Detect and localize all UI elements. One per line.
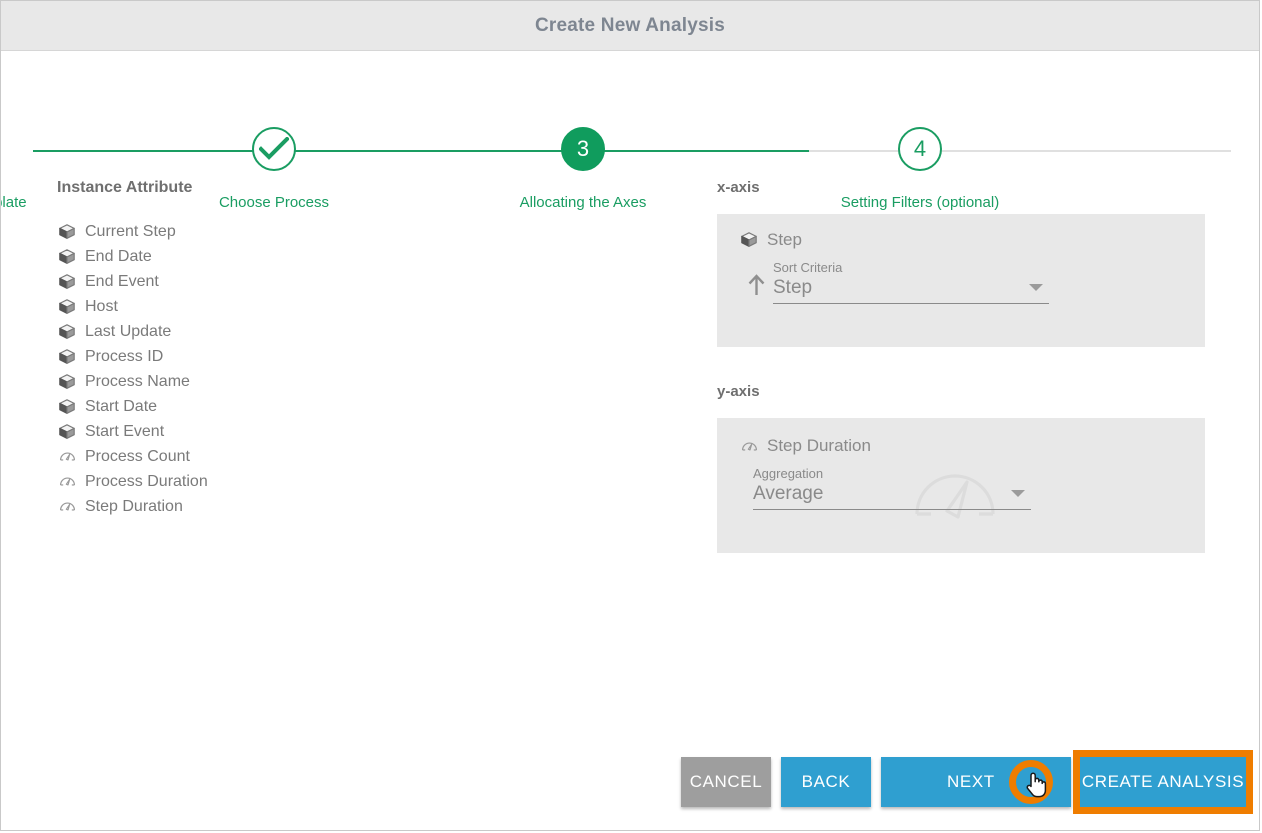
list-item-label: Process Name (85, 373, 190, 391)
cube-icon (57, 347, 77, 367)
cube-icon (57, 247, 77, 267)
create-analysis-dialog: Create New Analysis Choose Chart Type or… (0, 0, 1260, 831)
x-axis-sort-field: Sort Criteria Step (773, 260, 1049, 304)
create-analysis-highlight (1073, 750, 1253, 814)
cube-icon (57, 297, 77, 317)
list-item-label: Process ID (85, 348, 163, 366)
y-axis-dropzone[interactable]: Step Duration Aggregation Average (717, 418, 1205, 553)
list-item-label: Host (85, 298, 118, 316)
step-4-number: 4 (914, 138, 926, 160)
list-item[interactable]: Process Duration (57, 469, 617, 494)
list-item[interactable]: Start Date (57, 394, 617, 419)
y-axis-aggregation-row: Aggregation Average (753, 466, 1205, 510)
step-2-circle (252, 127, 296, 171)
list-item[interactable]: Last Update (57, 319, 617, 344)
list-item[interactable]: Step Duration (57, 494, 617, 519)
list-item-label: Step Duration (85, 498, 183, 516)
chevron-down-icon (1029, 284, 1043, 291)
gauge-icon (739, 436, 759, 456)
back-button[interactable]: BACK (781, 757, 871, 807)
cube-icon (57, 322, 77, 342)
dialog-footer: CANCEL BACK NEXT CREATE ANALYSIS (1, 757, 1259, 823)
list-item[interactable]: Current Step (57, 219, 617, 244)
x-axis-dropzone[interactable]: Step Sort Criteria Step (717, 214, 1205, 347)
list-item-label: Start Event (85, 423, 164, 441)
list-item[interactable]: Process Name (57, 369, 617, 394)
instance-attribute-title: Instance Attribute (57, 179, 617, 197)
check-icon (259, 137, 289, 161)
y-axis-attribute-label: Step Duration (767, 436, 871, 456)
cube-icon (57, 422, 77, 442)
dialog-title: Create New Analysis (535, 15, 725, 37)
list-item[interactable]: Process ID (57, 344, 617, 369)
gauge-icon (57, 447, 77, 467)
axis-configuration-panel: x-axis Step (717, 179, 1205, 553)
x-axis-sort-label: Sort Criteria (773, 260, 1049, 275)
cube-icon (57, 372, 77, 392)
cube-icon (57, 397, 77, 417)
y-axis-title: y-axis (717, 383, 1205, 400)
list-item-label: Last Update (85, 323, 171, 341)
wizard-stepper: Choose Chart Type or Template Choose Pro… (1, 51, 1259, 169)
aggregation-value: Average (753, 483, 823, 504)
cube-icon (57, 272, 77, 292)
aggregation-select[interactable]: Average (753, 483, 1031, 510)
list-item[interactable]: End Date (57, 244, 617, 269)
dialog-body: Instance Attribute Current Step (1, 169, 1259, 769)
step-3-circle: 3 (561, 127, 605, 171)
gauge-icon (57, 497, 77, 517)
gauge-icon (57, 472, 77, 492)
step-3-number: 3 (577, 138, 589, 160)
y-axis-aggregation-field: Aggregation Average (753, 466, 1031, 510)
instance-attribute-list: Current Step End Date (57, 219, 617, 519)
hand-cursor-icon (1023, 770, 1047, 798)
arrow-up-icon[interactable] (739, 274, 773, 304)
x-axis-attribute: Step (739, 230, 1205, 250)
list-item-label: Process Count (85, 448, 190, 466)
dialog-titlebar: Create New Analysis (1, 1, 1259, 51)
cancel-button[interactable]: CANCEL (681, 757, 771, 807)
sort-criteria-value: Step (773, 277, 812, 298)
list-item-label: Current Step (85, 223, 176, 241)
list-item-label: End Event (85, 273, 159, 291)
x-axis-sort-row: Sort Criteria Step (739, 260, 1205, 304)
y-axis-attribute: Step Duration (739, 436, 1205, 456)
list-item-label: Process Duration (85, 473, 208, 491)
cube-icon (739, 230, 759, 250)
x-axis-title: x-axis (717, 179, 1205, 196)
list-item[interactable]: Start Event (57, 419, 617, 444)
list-item[interactable]: End Event (57, 269, 617, 294)
list-item[interactable]: Host (57, 294, 617, 319)
step-4-circle: 4 (898, 127, 942, 171)
y-axis-aggregation-label: Aggregation (753, 466, 1031, 481)
list-item-label: End Date (85, 248, 152, 266)
list-item[interactable]: Process Count (57, 444, 617, 469)
cube-icon (57, 222, 77, 242)
sort-criteria-select[interactable]: Step (773, 277, 1049, 304)
instance-attribute-panel: Instance Attribute Current Step (57, 179, 617, 519)
x-axis-attribute-label: Step (767, 230, 802, 250)
chevron-down-icon (1011, 490, 1025, 497)
list-item-label: Start Date (85, 398, 157, 416)
